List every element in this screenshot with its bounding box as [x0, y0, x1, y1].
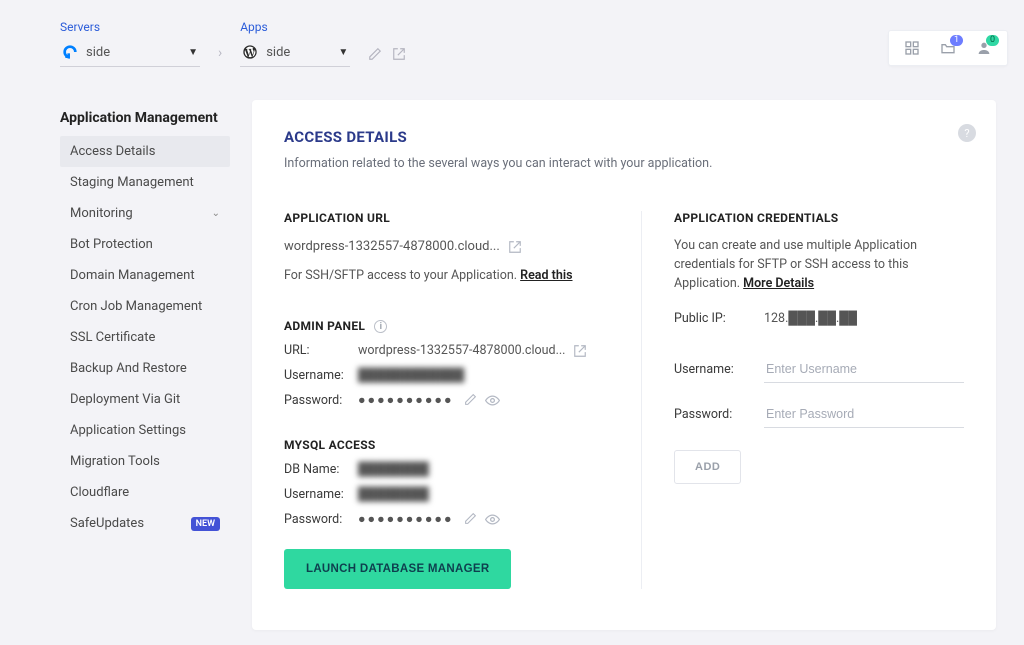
apps-label: Apps [240, 20, 350, 34]
launch-database-manager-button[interactable]: LAUNCH DATABASE MANAGER [284, 549, 511, 589]
sidebar-item-ssl-certificate[interactable]: SSL Certificate [60, 322, 230, 353]
public-ip-key: Public IP: [674, 311, 764, 326]
db-name-key: DB Name: [284, 462, 358, 477]
section-title-application-credentials: APPLICATION CREDENTIALS [674, 211, 964, 225]
server-selector-block: Servers side ▼ [60, 20, 200, 67]
section-title-admin-panel: ADMIN PANEL i [284, 319, 625, 333]
chevron-right-icon: › [218, 45, 222, 67]
info-icon[interactable]: i [374, 320, 387, 333]
sidebar-item-bot-protection[interactable]: Bot Protection [60, 229, 230, 260]
new-badge: NEW [191, 517, 220, 531]
sidebar-item-deployment-via-git[interactable]: Deployment Via Git [60, 384, 230, 415]
wordpress-icon [242, 44, 258, 60]
sidebar-item-label: SSL Certificate [70, 330, 155, 345]
open-external-icon[interactable] [392, 47, 406, 61]
mysql-username-value: ████████ [358, 487, 429, 502]
edit-icon[interactable] [464, 512, 477, 527]
ssh-hint: For SSH/SFTP access to your Application.… [284, 268, 625, 283]
sidebar-item-label: Staging Management [70, 175, 194, 190]
sidebar-title: Application Management [60, 110, 230, 126]
reveal-icon[interactable] [485, 512, 500, 527]
server-name: side [86, 45, 110, 60]
more-details-link[interactable]: More Details [743, 276, 814, 291]
reveal-icon[interactable] [485, 393, 500, 408]
right-column: APPLICATION CREDENTIALS You can create a… [642, 211, 964, 589]
team-icon[interactable]: 0 [975, 39, 993, 57]
sidebar-item-label: SafeUpdates [70, 516, 144, 531]
digitalocean-icon [62, 44, 78, 60]
chevron-down-icon: ▼ [338, 47, 348, 58]
mysql-password-key: Password: [284, 512, 358, 527]
read-this-link[interactable]: Read this [520, 268, 572, 283]
sidebar-item-label: Access Details [70, 144, 155, 159]
page-title: ACCESS DETAILS [284, 128, 964, 146]
public-ip-value: 128.███.██.██ [764, 311, 857, 326]
sidebar-item-label: Monitoring [70, 206, 133, 221]
sidebar-item-migration-tools[interactable]: Migration Tools [60, 446, 230, 477]
grid-view-icon[interactable] [903, 39, 921, 57]
credential-username-input[interactable] [764, 356, 964, 383]
edit-icon[interactable] [368, 47, 382, 61]
team-badge: 0 [986, 35, 999, 46]
sidebar-item-cloudflare[interactable]: Cloudflare [60, 477, 230, 508]
left-column: APPLICATION URL wordpress-1332557-487800… [284, 211, 642, 589]
credential-password-input[interactable] [764, 401, 964, 428]
sidebar-item-safeupdates[interactable]: SafeUpdates NEW [60, 508, 230, 539]
sidebar-item-label: Backup And Restore [70, 361, 187, 376]
section-title-mysql-access: MYSQL ACCESS [284, 438, 625, 452]
application-url-value: wordpress-1332557-4878000.cloud... [284, 239, 500, 254]
sidebar-item-staging-management[interactable]: Staging Management [60, 167, 230, 198]
admin-url-value: wordpress-1332557-4878000.cloud... [358, 343, 565, 358]
open-external-icon[interactable] [573, 344, 587, 358]
sidebar-item-label: Domain Management [70, 268, 195, 283]
sidebar-item-label: Bot Protection [70, 237, 153, 252]
add-credential-button[interactable]: ADD [674, 450, 741, 484]
page-subtitle: Information related to the several ways … [284, 156, 964, 171]
admin-username-value: ████████████ [358, 368, 464, 383]
mysql-username-key: Username: [284, 487, 358, 502]
admin-url-key: URL: [284, 343, 358, 358]
chevron-down-icon: ▼ [188, 47, 198, 58]
credential-username-key: Username: [674, 362, 764, 377]
section-title-application-url: APPLICATION URL [284, 211, 625, 225]
sidebar-item-cron-job-management[interactable]: Cron Job Management [60, 291, 230, 322]
sidebar-item-domain-management[interactable]: Domain Management [60, 260, 230, 291]
sidebar-item-label: Migration Tools [70, 454, 160, 469]
sidebar-item-label: Application Settings [70, 423, 186, 438]
top-toolbar: 1 0 [888, 30, 1008, 66]
help-icon[interactable]: ? [958, 124, 976, 142]
admin-username-key: Username: [284, 368, 358, 383]
credential-password-key: Password: [674, 407, 764, 422]
credentials-description: You can create and use multiple Applicat… [674, 237, 964, 293]
sidebar: Application Management Access Details St… [60, 110, 230, 539]
server-selector[interactable]: side ▼ [60, 40, 200, 67]
sidebar-item-application-settings[interactable]: Application Settings [60, 415, 230, 446]
chevron-down-icon: ⌄ [212, 208, 220, 219]
servers-label: Servers [60, 20, 200, 34]
edit-icon[interactable] [464, 393, 477, 408]
sidebar-item-label: Deployment Via Git [70, 392, 180, 407]
app-selector[interactable]: side ▼ [240, 40, 350, 67]
sidebar-item-monitoring[interactable]: Monitoring ⌄ [60, 198, 230, 229]
sidebar-item-backup-and-restore[interactable]: Backup And Restore [60, 353, 230, 384]
open-external-icon[interactable] [508, 240, 522, 254]
admin-password-value: ●●●●●●●●●● [358, 393, 454, 408]
app-name: side [266, 45, 290, 60]
sidebar-item-access-details[interactable]: Access Details [60, 136, 230, 167]
db-name-value: ████████ [358, 462, 429, 477]
projects-badge: 1 [950, 35, 963, 46]
sidebar-item-label: Cloudflare [70, 485, 129, 500]
projects-icon[interactable]: 1 [939, 39, 957, 57]
mysql-password-value: ●●●●●●●●●● [358, 512, 454, 527]
main-card: ? ACCESS DETAILS Information related to … [252, 100, 996, 630]
sidebar-item-label: Cron Job Management [70, 299, 202, 314]
app-quick-tools [368, 47, 406, 67]
admin-password-key: Password: [284, 393, 358, 408]
breadcrumb: Servers side ▼ › Apps side ▼ [60, 20, 406, 67]
app-selector-block: Apps side ▼ [240, 20, 350, 67]
